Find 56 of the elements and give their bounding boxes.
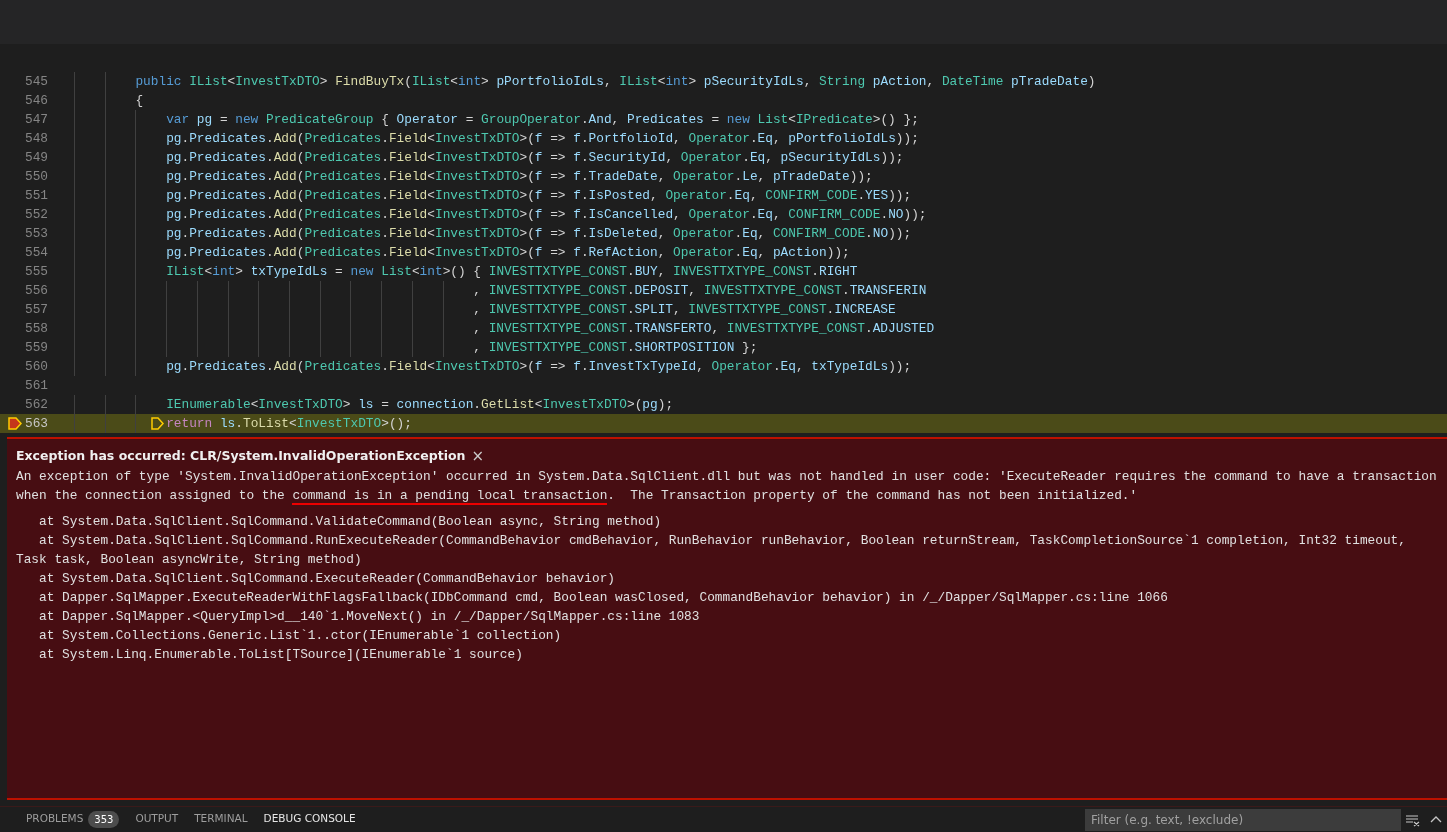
stack-frame: at System.Collections.Generic.List`1..ctor(IEnumerable`1 collection): [16, 626, 1439, 645]
panel-tab[interactable]: OUTPUT: [127, 806, 187, 832]
line-number: 553: [24, 225, 48, 243]
stack-frame: at System.Data.SqlClient.SqlCommand.ExecuteReader(CommandBehavior behavior): [16, 569, 1439, 588]
line-number: 549: [24, 149, 48, 167]
code-line: , INVESTTXTYPE_CONST.TRANSFERTO, INVESTTXTYPE_CONST.ADJUSTED: [473, 321, 935, 336]
line-number: 562: [24, 396, 48, 414]
code-line: pg.Predicates.Add(Predicates.Field<InvestTxDTO>(f => f.TradeDate, Operator.Le, pTradeDate));: [166, 169, 873, 184]
line-number: 551: [24, 187, 48, 205]
stack-frame: at System.Data.SqlClient.SqlCommand.ValidateCommand(Boolean async, String method): [16, 512, 1439, 531]
code-line: pg.Predicates.Add(Predicates.Field<InvestTxDTO>(f => f.IsDeleted, Operator.Eq, CONFIRM_CODE.NO));: [166, 226, 912, 241]
code-line: return ls.ToList<InvestTxDTO>();: [166, 416, 412, 431]
panel-tab[interactable]: PROBLEMS 353: [18, 806, 128, 832]
line-number: 563: [24, 415, 48, 433]
code-line: , INVESTTXTYPE_CONST.SPLIT, INVESTTXTYPE_CONST.INCREASE: [473, 302, 896, 317]
line-number: 552: [24, 206, 48, 224]
code-line: pg.Predicates.Add(Predicates.Field<InvestTxDTO>(f => f.IsPosted, Operator.Eq, CONFIRM_CODE.YES));: [166, 188, 912, 203]
code-line: var pg = new PredicateGroup { Operator = GroupOperator.And, Predicates = new List<IPredicate>() };: [166, 112, 919, 127]
clear-all-icon: [1405, 812, 1421, 827]
current-statement-icon: [150, 417, 164, 430]
line-number: 548: [24, 130, 48, 148]
line-number: 561: [24, 377, 48, 395]
line-number: 560: [24, 358, 48, 376]
line-number: 558: [24, 320, 48, 338]
code-line: IEnumerable<InvestTxDTO> ls = connection.GetList<InvestTxDTO>(pg);: [166, 397, 674, 412]
code-line: {: [135, 93, 144, 108]
line-number: 559: [24, 339, 48, 357]
code-line: pg.Predicates.Add(Predicates.Field<InvestTxDTO>(f => f.PortfolioId, Operator.Eq, pPortfolioIdLs));: [166, 131, 919, 146]
line-number: 556: [24, 282, 48, 300]
line-number: 550: [24, 168, 48, 186]
code-line: , INVESTTXTYPE_CONST.DEPOSIT, INVESTTXTYPE_CONST.TRANSFERIN: [473, 283, 927, 298]
line-number: 557: [24, 301, 48, 319]
stack-frame: at System.Data.SqlClient.SqlCommand.RunExecuteReader(CommandBehavior cmdBehavior, RunBehavior runBehavior, Boolean returnStream, TaskCompletionSource`1 completion, Int32 timeout, Task task, Boolean asyncWrite, String method): [16, 531, 1439, 569]
line-number: 547: [24, 111, 48, 129]
line-number: 554: [24, 244, 48, 262]
stack-frame: at Dapper.SqlMapper.<QueryImpl>d__140`1.MoveNext() in /_/Dapper/SqlMapper.cs:line 1083: [16, 607, 1439, 626]
count-badge: 353: [88, 810, 120, 828]
code-line: pg.Predicates.Add(Predicates.Field<InvestTxDTO>(f => f.IsCancelled, Operator.Eq, CONFIRM_CODE.NO));: [166, 207, 927, 222]
panel-tab[interactable]: TERMINAL: [186, 806, 256, 832]
exception-title: Exception has occurred: CLR/System.InvalidOperationException: [16, 446, 466, 465]
code-line: pg.Predicates.Add(Predicates.Field<InvestTxDTO>(f => f.SecurityId, Operator.Eq, pSecurityIdLs));: [166, 150, 904, 165]
code-line: pg.Predicates.Add(Predicates.Field<InvestTxDTO>(f => f.InvestTxTypeId, Operator.Eq, txTypeIdLs));: [166, 359, 912, 374]
code-line: public IList<InvestTxDTO> FindBuyTx(IList<int> pPortfolioIdLs, IList<int> pSecurityIdLs, String pAction, DateTime pTradeDate): [135, 74, 1096, 89]
stack-frame: at System.Linq.Enumerable.ToList[TSource](IEnumerable`1 source): [16, 645, 1439, 664]
stack-frame: at Dapper.SqlMapper.ExecuteReaderWithFlagsFallback(IDbCommand cmd, Boolean wasClosed, CommandBehavior behavior) in /_/Dapper/SqlMapper.cs:line 1066: [16, 588, 1439, 607]
panel-tab[interactable]: DEBUG CONSOLE: [255, 806, 364, 832]
line-number: 555: [24, 263, 48, 281]
filter-field[interactable]: Filter (e.g. text, !exclude): [1085, 808, 1401, 831]
line-number: 545: [24, 73, 48, 91]
breakpoint-arrow-icon: [8, 417, 22, 430]
code-line: , INVESTTXTYPE_CONST.SHORTPOSITION };: [473, 340, 758, 355]
code-line: pg.Predicates.Add(Predicates.Field<InvestTxDTO>(f => f.RefAction, Operator.Eq, pAction));: [166, 245, 850, 260]
exception-message: An exception of type 'System.InvalidOperationException' occurred in System.Data.SqlClient.dll but was not handled in user code: 'ExecuteReader requires the command to have a transaction when the connection assigned to the command is in a pending local transaction. The Transaction property of the command has not been initialized.': [16, 468, 1438, 505]
close-button[interactable]: ×: [471, 448, 485, 464]
code-line: IList<int> txTypeIdLs = new List<int>() { INVESTTXTYPE_CONST.BUY, INVESTTXTYPE_CONST.RIGHT: [166, 264, 858, 279]
line-number: 546: [24, 92, 48, 110]
